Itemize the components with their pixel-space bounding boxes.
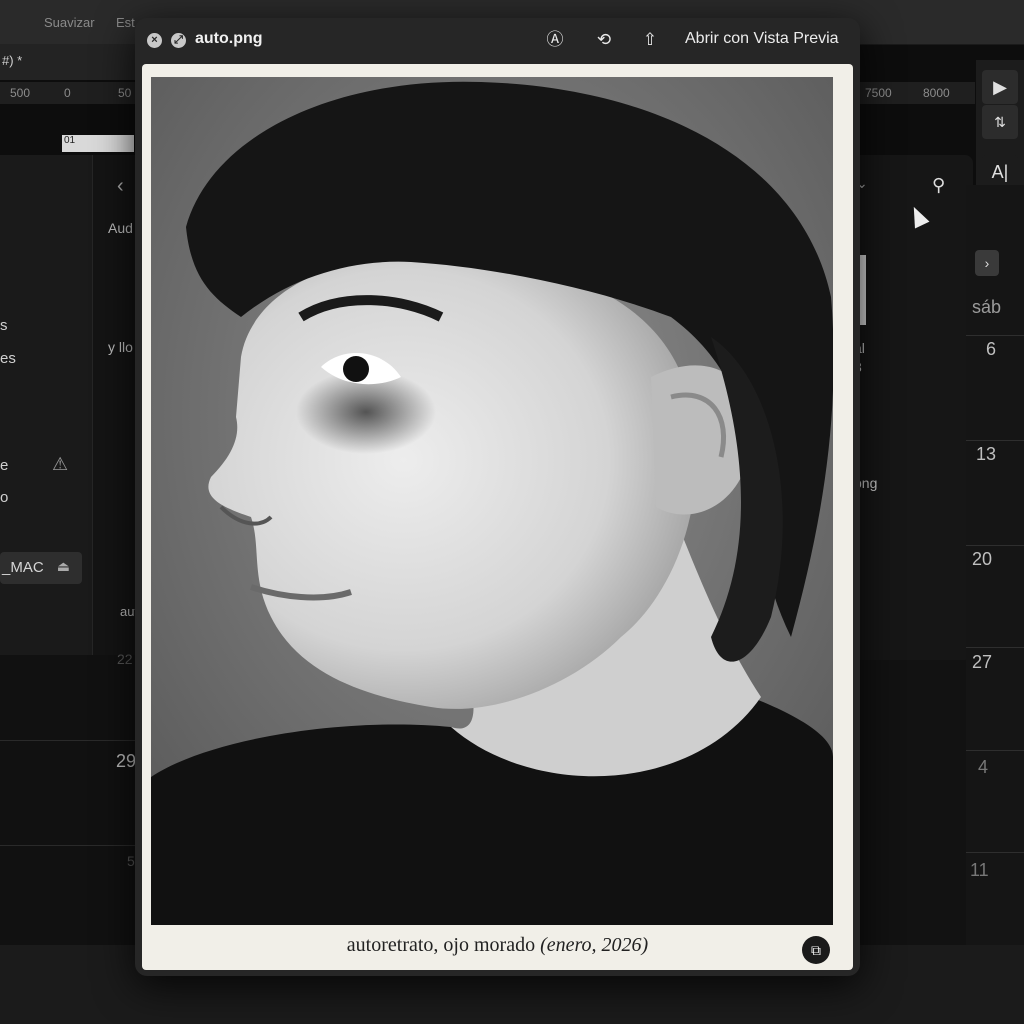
image-preview: autoretrato, ojo morado (enero, 2026) ⧉ — [142, 64, 853, 970]
calendar-left: 22 29 5 — [0, 651, 140, 945]
divider — [966, 545, 1024, 546]
eject-icon[interactable]: ⏏ — [57, 558, 70, 575]
caption-date: (enero, 2026) — [540, 934, 649, 956]
background-tab[interactable]: #) * — [0, 44, 140, 80]
finder-panel-right: ⌄ ⚲ al 3 png — [848, 155, 973, 660]
sidebar-item[interactable]: s — [0, 317, 8, 334]
calendar-day[interactable]: 27 — [972, 652, 992, 673]
weekday-label: sáb — [972, 297, 1002, 317]
divider — [966, 852, 1024, 853]
finder-list: ‹ Aud y llo aut — [93, 155, 141, 655]
back-chevron-icon[interactable]: ‹ — [117, 175, 124, 198]
calendar-day[interactable]: 13 — [976, 444, 996, 465]
photo-caption: autoretrato, ojo morado (enero, 2026) — [142, 934, 853, 957]
toolbar-item-est[interactable]: Est — [116, 15, 135, 30]
panel-text: Aud — [108, 220, 133, 236]
fullscreen-icon[interactable]: ⤢ — [171, 33, 186, 48]
sidebar-item-drive[interactable]: _MAC ⏏ — [0, 552, 82, 584]
portrait-photo — [151, 77, 833, 925]
calendar-next-button[interactable]: › — [975, 250, 999, 276]
calendar-day[interactable]: 22 — [117, 651, 133, 667]
quicklook-window: × ⤢ auto.png Ⓐ ⟲ ⇧ Abrir con Vista Previ… — [135, 18, 860, 976]
close-icon[interactable]: × — [147, 33, 162, 48]
ruler-label: 7500 — [865, 86, 892, 100]
calendar-day[interactable]: 6 — [986, 339, 996, 360]
divider — [0, 740, 140, 741]
tool-column: ▶ ⇅ A| — [976, 60, 1024, 200]
warning-icon: ⚠ — [52, 454, 69, 474]
divider — [966, 440, 1024, 441]
drive-label: _MAC — [2, 559, 44, 576]
search-icon[interactable]: ⚲ — [932, 175, 945, 196]
timeline-ruler-right: 7500 8000 — [855, 82, 975, 104]
calendar-day[interactable]: 29 — [116, 751, 136, 772]
panel-text: y llo — [108, 339, 133, 355]
timecode-field[interactable]: 01 — [62, 135, 134, 152]
calendar-day[interactable]: 20 — [972, 549, 992, 570]
divider — [966, 335, 1024, 336]
ruler-label: 8000 — [923, 86, 950, 100]
sidebar-item[interactable]: e — [0, 457, 8, 474]
calendar-day[interactable]: 11 — [970, 860, 989, 881]
divider — [966, 647, 1024, 648]
file-name: auto.png — [195, 30, 263, 47]
calendar-day[interactable]: 5 — [127, 853, 135, 869]
calendar-grid — [848, 660, 966, 950]
live-text-icon[interactable]: ⧉ — [802, 936, 830, 964]
toolbar-item-smooth[interactable]: Suavizar — [44, 15, 95, 30]
text-tool-icon[interactable]: A| — [982, 155, 1018, 189]
calendar-day[interactable]: 4 — [978, 757, 988, 778]
ruler-label: 50 — [118, 86, 132, 100]
swap-icon[interactable]: ⇅ — [982, 105, 1018, 139]
timeline-ruler-left: 500 0 50 — [0, 82, 140, 104]
play-icon[interactable]: ▶ — [982, 70, 1018, 104]
quicklook-titlebar: × ⤢ auto.png Ⓐ ⟲ ⇧ Abrir con Vista Previ… — [135, 18, 860, 62]
markup-icon[interactable]: Ⓐ — [544, 29, 566, 51]
ruler-label: 500 — [10, 86, 31, 100]
rotate-icon[interactable]: ⟲ — [593, 29, 615, 51]
sidebar-item[interactable]: o — [0, 489, 8, 506]
tab-label: #) * — [2, 53, 23, 68]
caption-title: autoretrato, ojo morado — [346, 934, 536, 956]
divider — [0, 845, 140, 846]
open-with-preview-button[interactable]: Abrir con Vista Previa — [685, 30, 839, 48]
ruler-label: 0 — [64, 86, 71, 100]
sidebar-item[interactable]: es — [0, 350, 16, 367]
share-icon[interactable]: ⇧ — [639, 29, 661, 51]
divider — [966, 750, 1024, 751]
